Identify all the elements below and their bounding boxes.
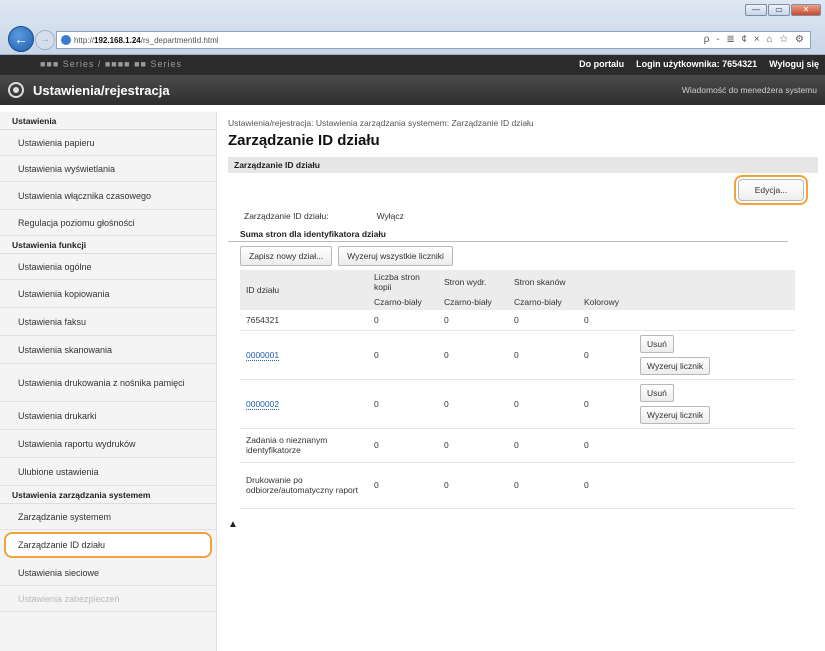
col-header-scan: Stron skanów: [514, 277, 566, 287]
page-title: Zarządzanie ID działu: [228, 132, 380, 149]
print-count: 0: [438, 310, 508, 331]
sidebar-category: Ustawienia zarządzania systemem: [0, 486, 216, 504]
reset-counter-button[interactable]: Wyzeruj licznik: [640, 356, 711, 375]
copy-count: 0: [368, 330, 438, 380]
setting-value: Wyłącz: [376, 211, 404, 221]
department-id-link[interactable]: 0000001: [246, 349, 280, 361]
sidebar-category: Ustawienia funkcji: [0, 236, 216, 254]
copy-count: 0: [368, 462, 438, 509]
url-prefix: http://: [74, 35, 95, 45]
print-count: 0: [438, 379, 508, 429]
sidebar-item-scan-settings[interactable]: Ustawienia skanowania: [0, 336, 216, 364]
col-header-id: ID działu: [246, 285, 280, 295]
browser-chrome: — ▭ ✕ ← → http://192.168.1.24/rs_departm…: [0, 0, 825, 55]
sidebar-item-printer-settings[interactable]: Ustawienia drukarki: [0, 402, 216, 430]
delete-button[interactable]: Usuń: [640, 334, 674, 353]
sidebar-item-display-settings[interactable]: Ustawienia wyświetlania: [0, 156, 216, 182]
gear-icon: [8, 82, 24, 98]
logout-link[interactable]: Wyloguj się: [769, 59, 819, 69]
table-row: 7654321 0 0 0 0: [240, 310, 795, 331]
col-subheader-scan-color: Kolorowy: [584, 297, 619, 307]
sidebar-item-security-settings[interactable]: Ustawienia zabezpieczeń: [0, 586, 216, 612]
portal-link[interactable]: Do portalu: [579, 59, 624, 69]
section-header: Zarządzanie ID działu: [228, 157, 818, 173]
sidebar-item-timer-settings[interactable]: Ustawienia włącznika czasowego: [0, 182, 216, 210]
col-subheader-copy-bw: Czarno-biały: [374, 297, 422, 307]
table-row: 0000002 0 0 0 0 Usuń Wyzeruj licznik: [240, 379, 795, 429]
sidebar-item-general-settings[interactable]: Ustawienia ogólne: [0, 254, 216, 280]
scan-color-count: 0: [578, 428, 634, 463]
sidebar-item-fax-settings[interactable]: Ustawienia faksu: [0, 308, 216, 336]
print-count: 0: [438, 330, 508, 380]
sidebar-item-system-management[interactable]: Zarządzanie systemem: [0, 504, 216, 530]
sidebar-item-department-id[interactable]: Zarządzanie ID działu: [4, 532, 212, 558]
scan-bw-count: 0: [508, 330, 578, 380]
col-subheader-print-bw: Czarno-biały: [444, 297, 492, 307]
setting-row: Zarządzanie ID działu: Wyłącz: [228, 207, 818, 225]
maximize-button[interactable]: ▭: [768, 4, 790, 16]
department-id-link[interactable]: 0000002: [246, 398, 280, 410]
address-bar[interactable]: http://192.168.1.24/rs_departmentId.html…: [56, 31, 811, 49]
scan-bw-count: 0: [508, 379, 578, 429]
scan-bw-count: 0: [508, 428, 578, 463]
sidebar-item-network-settings[interactable]: Ustawienia sieciowe: [0, 560, 216, 586]
scan-bw-count: 0: [508, 310, 578, 331]
table-row: Zadania o nieznanym identyfikatorze 0 0 …: [240, 428, 795, 463]
setting-label: Zarządzanie ID działu:: [244, 211, 329, 221]
sidebar-item-paper-settings[interactable]: Ustawienia papieru: [0, 130, 216, 156]
url-path: /rs_departmentId.html: [140, 35, 219, 45]
col-subheader-scan-bw: Czarno-biały: [514, 297, 562, 307]
scan-color-count: 0: [578, 330, 634, 380]
scan-color-count: 0: [578, 310, 634, 331]
sidebar-item-memory-print-settings[interactable]: Ustawienia drukowania z nośnika pamięci: [0, 364, 216, 402]
sidebar-item-print-log-settings[interactable]: Ustawienia raportu wydruków: [0, 430, 216, 458]
sidebar: Ustawienia Ustawienia papieru Ustawienia…: [0, 112, 217, 651]
window-controls: — ▭ ✕: [745, 4, 821, 16]
url-host: 192.168.1.24: [94, 35, 141, 45]
copy-count: 0: [368, 379, 438, 429]
department-id: Zadania o nieznanym identyfikatorze: [240, 428, 368, 463]
scan-bw-count: 0: [508, 462, 578, 509]
minimize-button[interactable]: —: [745, 4, 767, 16]
settings-title: Ustawienia/rejestracja: [33, 83, 170, 98]
login-user-label: Login użytkownika: 7654321: [636, 59, 758, 69]
edit-button[interactable]: Edycja...: [734, 175, 808, 205]
url-text: http://192.168.1.24/rs_departmentId.html: [74, 36, 219, 45]
col-header-print: Stron wydr.: [444, 277, 487, 287]
scan-color-count: 0: [578, 462, 634, 509]
address-bar-icons[interactable]: ρ - ≣ ¢ × ⌂ ☆ ⚙: [704, 34, 806, 45]
admin-message-link[interactable]: Wiadomość do menedżera systemu: [682, 85, 817, 95]
copy-count: 0: [368, 428, 438, 463]
main-content: Ustawienia/rejestracja: Ustawienia zarzą…: [228, 112, 818, 530]
counter-heading: Suma stron dla identyfikatora działu: [228, 229, 788, 242]
sidebar-category: Ustawienia: [0, 112, 216, 130]
department-counter-table: ID działu Liczba stron kopii Stron wydr.…: [240, 270, 795, 509]
department-id: 7654321: [240, 310, 368, 331]
close-window-button[interactable]: ✕: [791, 4, 821, 16]
reset-all-counters-button[interactable]: Wyzeruj wszystkie liczniki: [338, 246, 453, 266]
col-header-copy: Liczba stron kopii: [374, 272, 420, 292]
copy-count: 0: [368, 310, 438, 331]
print-count: 0: [438, 428, 508, 463]
table-row: 0000001 0 0 0 0 Usuń Wyzeruj licznik: [240, 330, 795, 380]
print-count: 0: [438, 462, 508, 509]
device-header-bar: ■■■ Series / ■■■■ ■■ Series Do portalu L…: [0, 55, 825, 75]
sidebar-item-volume[interactable]: Regulacja poziomu głośności: [0, 210, 216, 236]
scroll-to-top-icon[interactable]: ▲: [228, 519, 818, 530]
scan-color-count: 0: [578, 379, 634, 429]
settings-titlebar: Ustawienia/rejestracja Wiadomość do mene…: [0, 75, 825, 105]
browser-icon: [61, 35, 71, 45]
sidebar-item-copy-settings[interactable]: Ustawienia kopiowania: [0, 280, 216, 308]
breadcrumb: Ustawienia/rejestracja: Ustawienia zarzą…: [228, 118, 534, 128]
model-name: ■■■ Series / ■■■■ ■■ Series: [40, 59, 182, 69]
reset-counter-button[interactable]: Wyzeruj licznik: [640, 405, 711, 424]
delete-button[interactable]: Usuń: [640, 383, 674, 402]
register-department-button[interactable]: Zapisz nowy dział...: [240, 246, 333, 266]
forward-arrow-icon[interactable]: →: [35, 30, 55, 50]
sidebar-item-favorite-settings[interactable]: Ulubione ustawienia: [0, 458, 216, 486]
table-row: Drukowanie po odbiorze/automatyczny rapo…: [240, 462, 795, 509]
department-id: Drukowanie po odbiorze/automatyczny rapo…: [240, 462, 368, 509]
back-arrow-icon[interactable]: ←: [8, 26, 34, 52]
